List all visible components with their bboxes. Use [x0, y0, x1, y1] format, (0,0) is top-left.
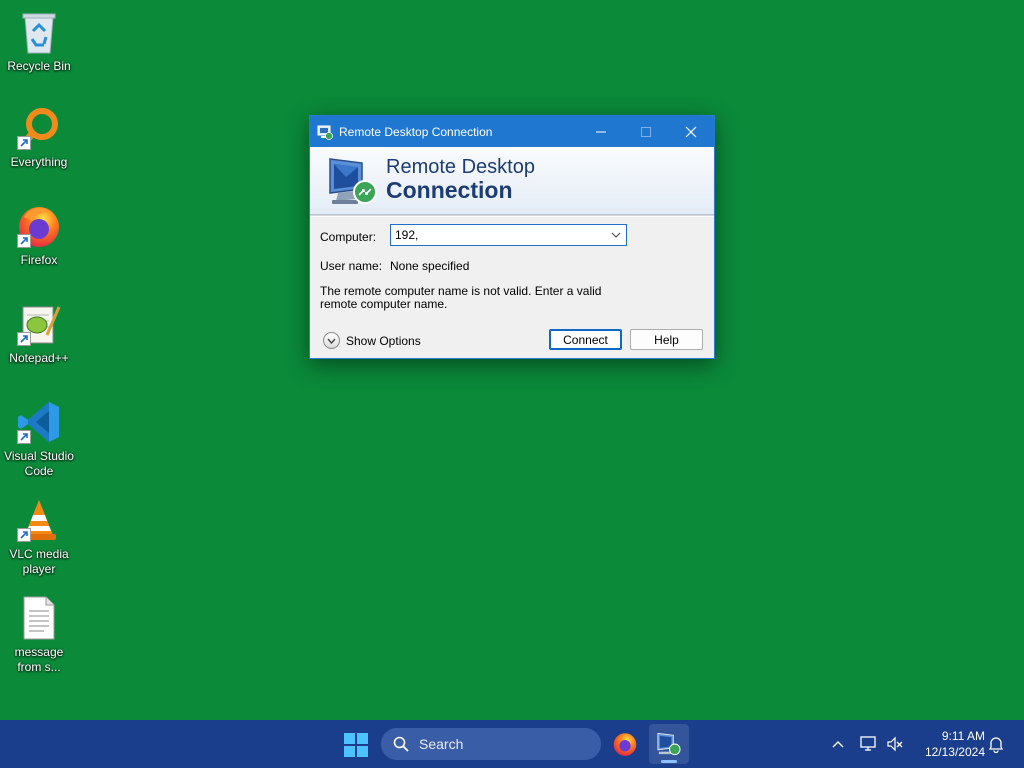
remote-desktop-icon: [657, 732, 681, 756]
desktop-icon-label: Everything: [10, 155, 68, 169]
notepad-plus-plus-icon: [15, 300, 63, 348]
remote-desktop-icon: [317, 124, 333, 140]
desktop-icon-vlc[interactable]: VLC media player: [2, 496, 76, 577]
remote-desktop-monitor-icon: [326, 155, 380, 207]
shortcut-arrow-icon: [17, 234, 31, 248]
taskbar-remote-desktop[interactable]: [649, 724, 689, 764]
clock-time: 9:11 AM: [941, 729, 985, 743]
windows-logo-icon: [344, 733, 368, 757]
close-button[interactable]: [668, 116, 713, 147]
maximize-icon: [640, 126, 651, 137]
computer-input[interactable]: 192,: [391, 228, 606, 242]
shortcut-arrow-icon: [17, 332, 31, 346]
vlc-icon: [15, 496, 63, 544]
desktop-icon-recycle-bin[interactable]: Recycle Bin: [2, 8, 76, 74]
desktop-icon-label: Visual Studio Code: [4, 449, 74, 478]
chevron-up-icon: [832, 741, 844, 748]
firefox-icon: [613, 733, 637, 756]
taskbar-clock[interactable]: 9:11 AM 12/13/2024: [910, 728, 985, 760]
taskbar-search[interactable]: Search: [381, 728, 601, 760]
error-message: The remote computer name is not valid. E…: [320, 284, 602, 311]
minimize-icon: [595, 131, 606, 132]
recycle-bin-icon: [15, 8, 63, 56]
show-hidden-icons-button[interactable]: [828, 734, 848, 754]
dialog-title: Remote Desktop Connection: [339, 124, 493, 139]
minimize-button[interactable]: [578, 116, 623, 147]
desktop-icon-label: VLC media player: [9, 547, 69, 576]
computer-combobox[interactable]: 192,: [390, 224, 627, 246]
expand-options-icon[interactable]: [323, 332, 340, 349]
firefox-icon: [15, 202, 63, 250]
clock-date: 12/13/2024: [924, 745, 985, 759]
volume-muted-icon[interactable]: [885, 734, 905, 754]
shortcut-arrow-icon: [17, 136, 31, 150]
close-icon: [685, 126, 696, 137]
desktop-icon-everything[interactable]: Everything: [2, 104, 76, 170]
desktop-icon-label: Notepad++: [9, 351, 69, 365]
notification-bell-icon[interactable]: [986, 734, 1006, 754]
everything-search-icon: [15, 104, 63, 152]
desktop-icon-label: Firefox: [20, 253, 58, 267]
shortcut-arrow-icon: [17, 430, 31, 444]
computer-label: Computer:: [320, 230, 377, 244]
banner-title-line1: Remote Desktop: [386, 156, 535, 178]
desktop-icon-vscode[interactable]: Visual Studio Code: [2, 398, 76, 479]
start-button[interactable]: [344, 733, 368, 757]
chevron-down-icon[interactable]: [606, 225, 626, 245]
help-button[interactable]: Help: [630, 329, 703, 350]
remote-desktop-dialog: Remote Desktop Connection Remote Desktop…: [309, 115, 715, 359]
dialog-banner: Remote Desktop Connection: [310, 147, 714, 215]
desktop-icon-message-file[interactable]: message from s...: [2, 594, 76, 675]
desktop-icon-label: Recycle Bin: [7, 59, 71, 73]
shortcut-arrow-icon: [17, 528, 31, 542]
running-indicator: [661, 760, 677, 763]
vscode-icon: [15, 398, 63, 446]
desktop-icon-label: message from s...: [14, 645, 64, 674]
banner-separator: [310, 215, 714, 217]
show-options-label[interactable]: Show Options: [346, 334, 421, 348]
username-value: None specified: [390, 259, 470, 273]
text-file-icon: [15, 594, 63, 642]
search-placeholder: Search: [419, 736, 464, 752]
network-icon[interactable]: [859, 734, 879, 754]
username-label: User name:: [320, 259, 383, 273]
maximize-button: [623, 116, 668, 147]
connect-button[interactable]: Connect: [549, 329, 622, 350]
taskbar: Search 9:11 AM 12/13/2024: [0, 720, 1024, 768]
search-icon: [393, 736, 409, 752]
banner-title-line2: Connection: [386, 177, 513, 203]
taskbar-firefox[interactable]: [605, 724, 645, 764]
desktop-icon-notepad-plus-plus[interactable]: Notepad++: [2, 300, 76, 366]
dialog-titlebar[interactable]: Remote Desktop Connection: [310, 116, 714, 147]
desktop-icon-firefox[interactable]: Firefox: [2, 202, 76, 268]
show-options-toggle[interactable]: Show Options: [323, 332, 421, 349]
